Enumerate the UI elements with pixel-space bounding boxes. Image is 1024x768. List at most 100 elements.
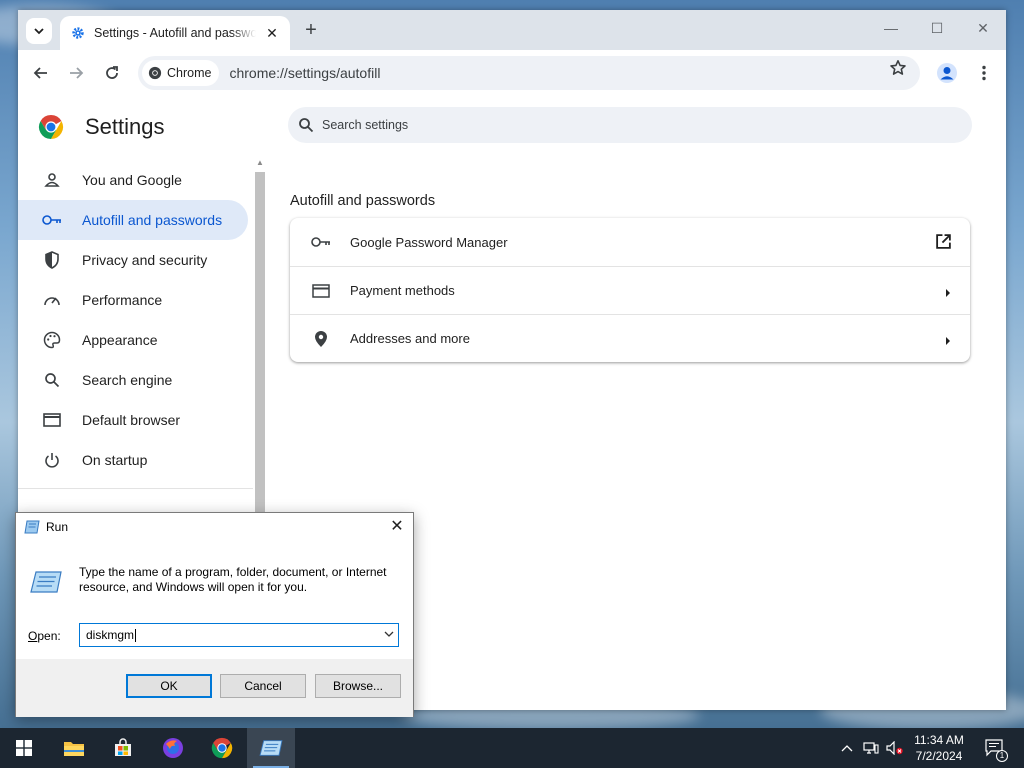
maximize-button[interactable]: ☐ xyxy=(914,20,960,37)
close-window-button[interactable]: ✕ xyxy=(960,20,1006,37)
star-icon xyxy=(890,60,906,75)
sidebar-item-on-startup[interactable]: On startup xyxy=(18,440,248,480)
sidebar-item-label: You and Google xyxy=(82,172,182,188)
open-label-accelerator: O xyxy=(28,629,38,643)
tab-title: Settings - Autofill and passwords xyxy=(94,26,256,40)
start-button[interactable] xyxy=(0,728,48,768)
sidebar-item-label: On startup xyxy=(82,452,148,468)
sidebar-item-label: Default browser xyxy=(82,412,181,428)
kebab-menu-icon xyxy=(982,65,986,81)
new-tab-button[interactable]: + xyxy=(300,20,322,40)
location-pin-icon xyxy=(310,330,332,348)
run-dialog: Run ✕ Type the name of a program, folder… xyxy=(15,512,414,717)
reload-button[interactable] xyxy=(101,62,123,84)
chevron-down-icon[interactable] xyxy=(380,630,398,640)
profile-button[interactable] xyxy=(936,62,958,84)
arrow-left-icon xyxy=(33,67,47,79)
cancel-button[interactable]: Cancel xyxy=(220,674,306,698)
reload-icon xyxy=(106,66,118,79)
row-label: Google Password Manager xyxy=(350,234,508,250)
network-icon[interactable] xyxy=(860,728,882,768)
firefox-icon xyxy=(163,738,183,758)
bookmark-button[interactable] xyxy=(887,57,909,79)
chip-label: Chrome xyxy=(167,66,212,80)
taskbar-chrome[interactable] xyxy=(198,728,246,768)
arrow-right-icon xyxy=(70,67,84,79)
settings-search-input[interactable]: Search settings xyxy=(288,107,972,143)
sidebar-item-search-engine[interactable]: Search engine xyxy=(18,360,248,400)
settings-sidebar: You and Google Autofill and passwords Pr… xyxy=(18,160,253,489)
run-titlebar[interactable]: Run ✕ xyxy=(16,513,413,541)
address-bar[interactable]: Chrome chrome://settings/autofill xyxy=(138,56,920,90)
forward-button[interactable] xyxy=(65,62,87,84)
menu-button[interactable] xyxy=(973,62,995,84)
url-text[interactable]: chrome://settings/autofill xyxy=(229,65,380,81)
chrome-logo-icon xyxy=(211,737,233,759)
autofill-card: Google Password Manager Payment methods … xyxy=(290,218,970,362)
sidebar-item-you-and-google[interactable]: You and Google xyxy=(18,160,248,200)
chevron-right-icon[interactable] xyxy=(944,286,952,301)
run-open-input[interactable]: diskmgm xyxy=(79,623,399,647)
speedometer-icon xyxy=(42,290,62,310)
sidebar-item-appearance[interactable]: Appearance xyxy=(18,320,248,360)
run-title: Run xyxy=(46,520,69,534)
back-button[interactable] xyxy=(30,62,52,84)
taskbar-run[interactable] xyxy=(247,728,295,768)
sidebar-item-label: Autofill and passwords xyxy=(82,212,223,228)
shield-icon xyxy=(42,250,62,270)
chevron-down-icon xyxy=(34,28,44,35)
taskbar-firefox[interactable] xyxy=(149,728,197,768)
close-icon[interactable]: ✕ xyxy=(387,517,407,537)
scroll-up-arrow-icon[interactable]: ▲ xyxy=(256,158,264,167)
run-app-icon xyxy=(24,520,40,534)
notification-center-button[interactable]: 1 xyxy=(980,728,1010,768)
run-app-icon xyxy=(259,740,283,756)
taskbar-file-explorer[interactable] xyxy=(50,728,98,768)
search-placeholder: Search settings xyxy=(322,118,409,132)
sidebar-item-autofill[interactable]: Autofill and passwords xyxy=(18,200,248,240)
credit-card-icon xyxy=(310,283,332,298)
row-password-manager[interactable]: Google Password Manager xyxy=(290,218,970,266)
gear-icon xyxy=(70,25,86,41)
sidebar-item-label: Search engine xyxy=(82,372,173,388)
tray-chevron-up-icon[interactable] xyxy=(836,728,858,768)
text-caret xyxy=(135,629,137,643)
ok-button[interactable]: OK xyxy=(126,674,212,698)
row-label: Addresses and more xyxy=(350,331,470,346)
sidebar-item-label: Appearance xyxy=(82,332,158,348)
taskbar-store[interactable] xyxy=(99,728,147,768)
row-addresses[interactable]: Addresses and more xyxy=(290,314,970,362)
key-icon xyxy=(310,236,332,248)
row-label: Payment methods xyxy=(350,283,455,298)
chrome-logo-icon xyxy=(38,114,64,145)
notification-count-badge: 1 xyxy=(996,750,1008,762)
windows-logo-icon xyxy=(16,740,32,756)
browser-window-icon xyxy=(42,410,62,430)
row-payment-methods[interactable]: Payment methods xyxy=(290,266,970,314)
sidebar-item-privacy[interactable]: Privacy and security xyxy=(18,240,248,280)
minimize-button[interactable]: — xyxy=(868,20,914,36)
volume-muted-icon[interactable] xyxy=(884,728,906,768)
folder-icon xyxy=(64,742,84,756)
tab-settings[interactable]: Settings - Autofill and passwords ✕ xyxy=(60,16,290,50)
run-input-value: diskmgm xyxy=(80,628,380,643)
search-icon xyxy=(42,370,62,390)
tab-search-button[interactable] xyxy=(26,18,52,44)
person-icon xyxy=(42,170,62,190)
browse-button[interactable]: Browse... xyxy=(315,674,401,698)
run-app-icon xyxy=(30,571,62,593)
system-clock[interactable]: 11:34 AM 7/2/2024 xyxy=(906,732,972,764)
run-description: Type the name of a program, folder, docu… xyxy=(79,565,387,594)
key-icon xyxy=(42,210,62,230)
palette-icon xyxy=(42,330,62,350)
close-tab-icon[interactable]: ✕ xyxy=(264,25,280,42)
sidebar-item-performance[interactable]: Performance xyxy=(18,280,248,320)
site-info-chip[interactable]: Chrome xyxy=(142,60,220,86)
store-bag-icon xyxy=(115,738,131,756)
toolbar: Chrome chrome://settings/autofill xyxy=(18,50,1006,96)
clock-time: 11:34 AM xyxy=(914,733,964,747)
chevron-right-icon[interactable] xyxy=(944,334,952,349)
external-link-icon[interactable] xyxy=(935,233,952,253)
search-icon xyxy=(299,118,314,133)
sidebar-item-default-browser[interactable]: Default browser xyxy=(18,400,248,440)
